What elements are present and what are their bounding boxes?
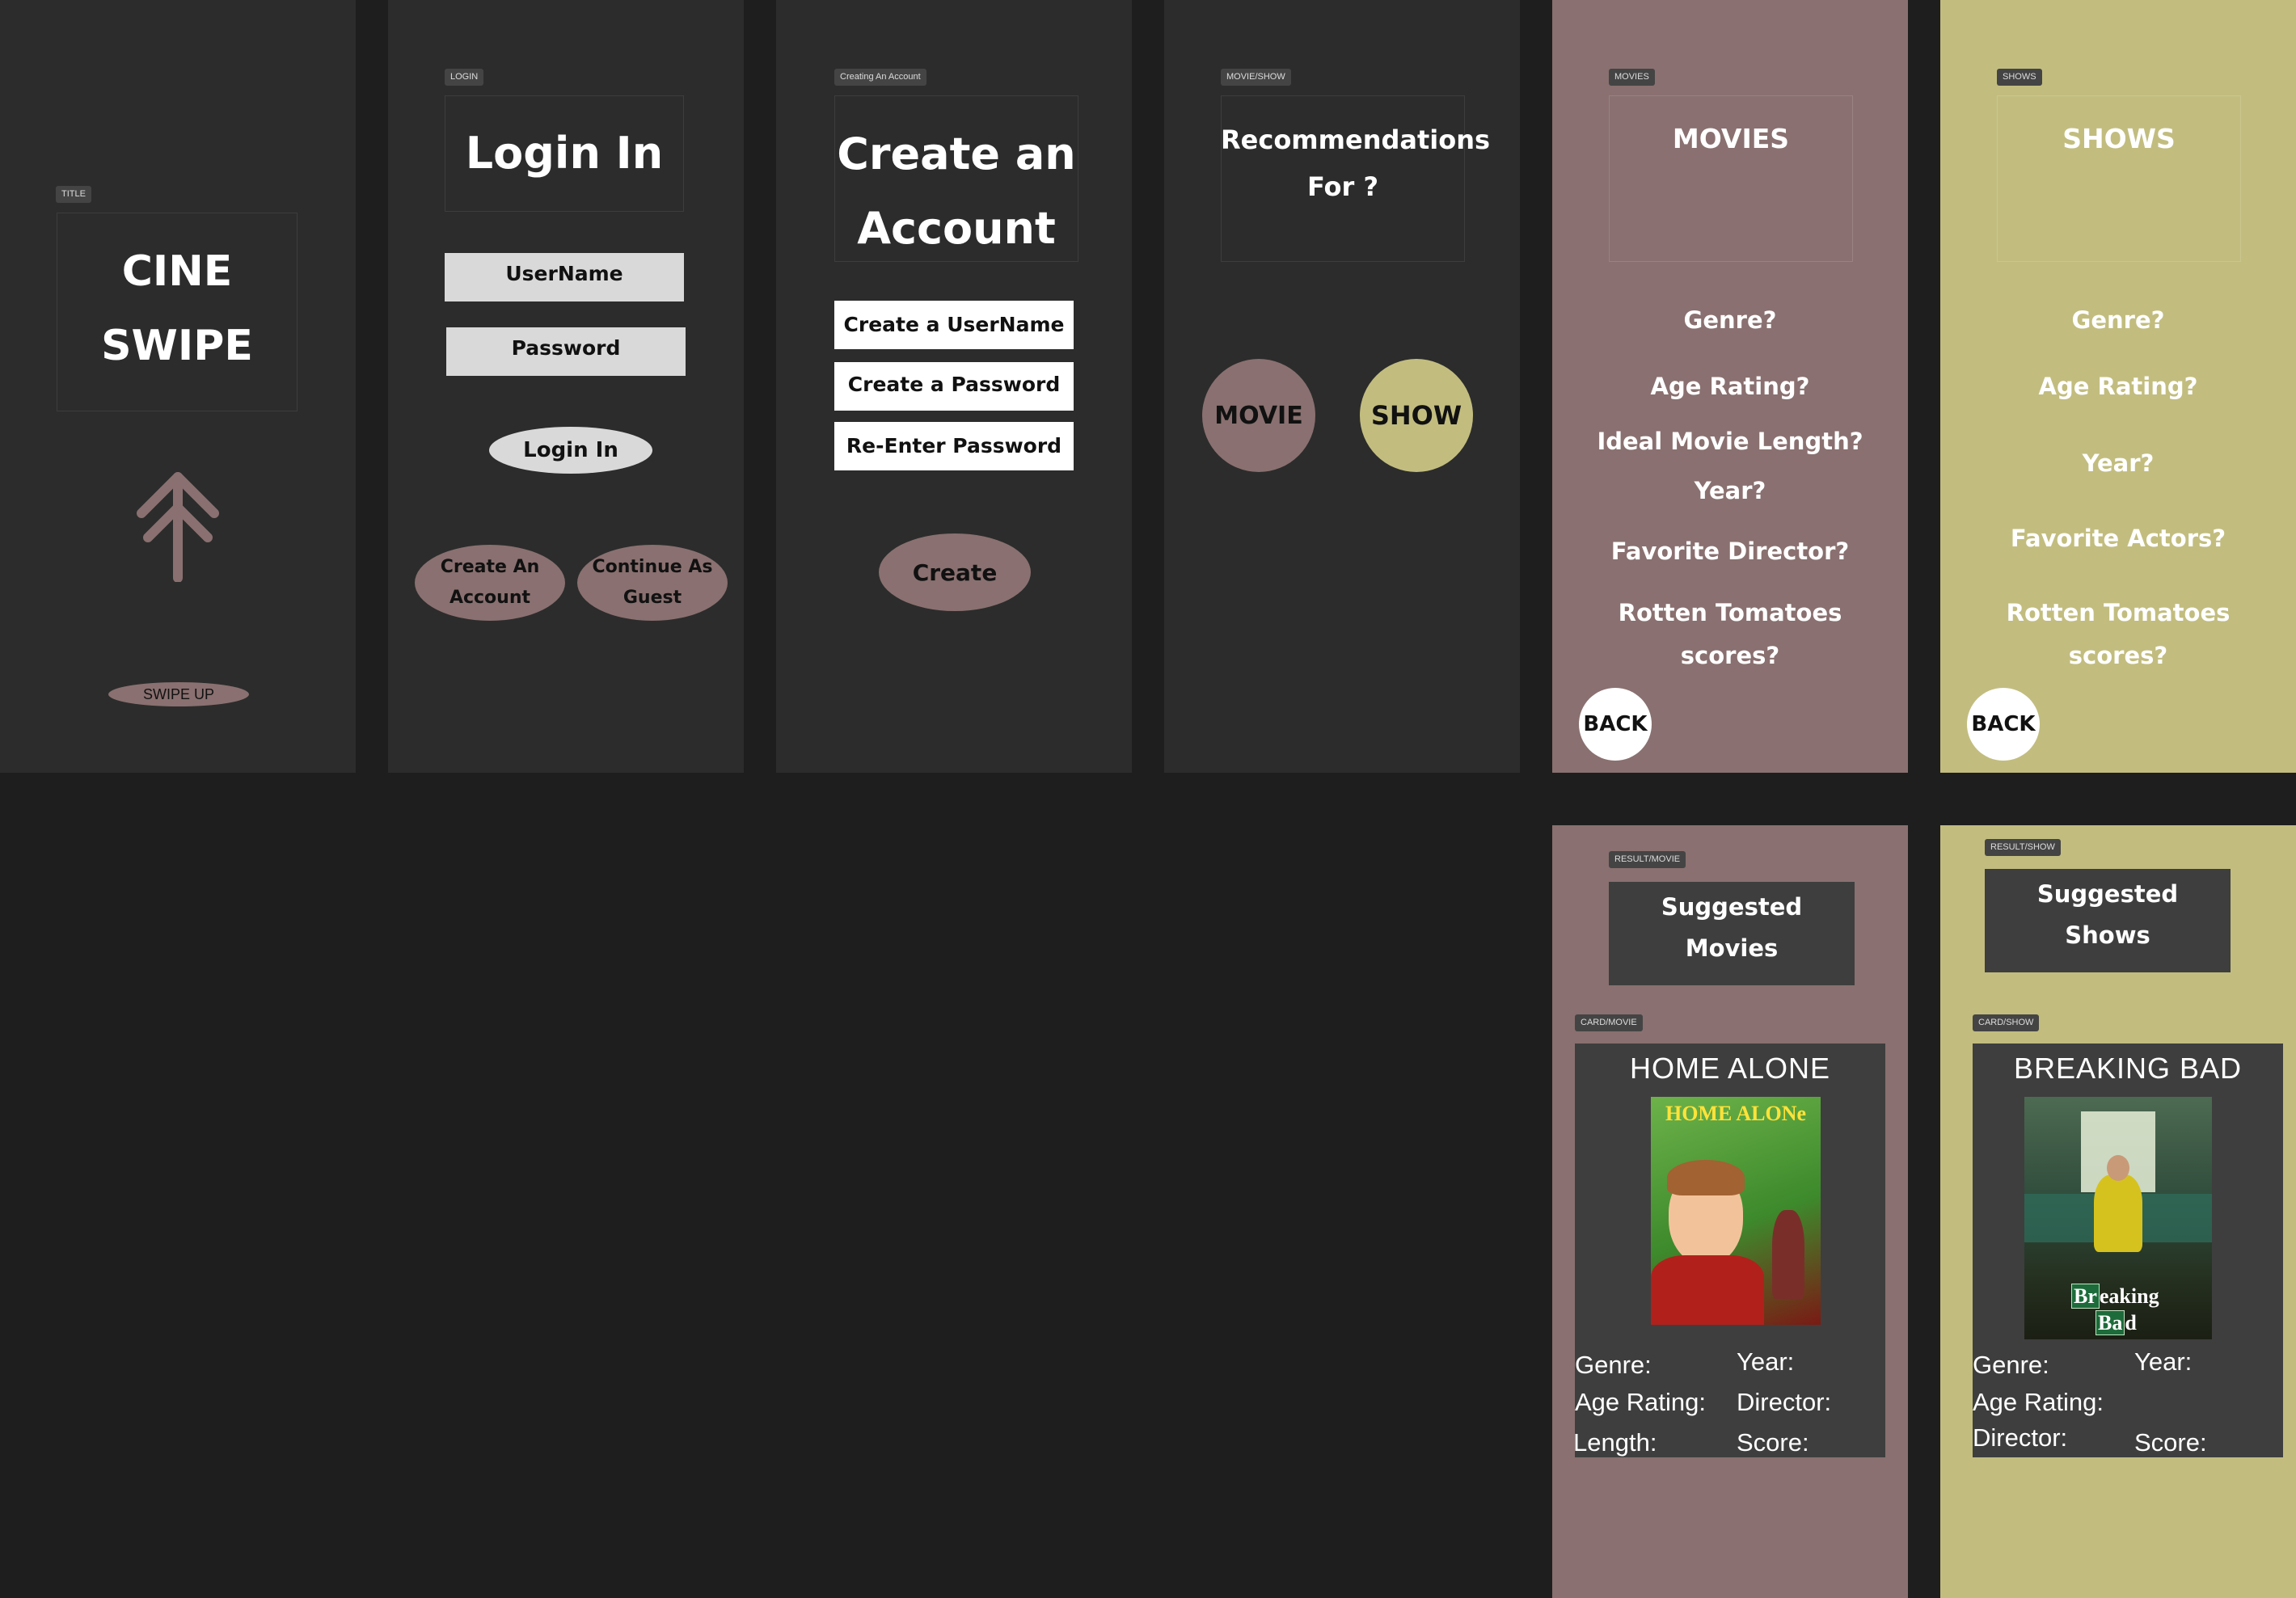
show-choice-button[interactable]: SHOW — [1360, 359, 1473, 472]
create-heading: Create an Account — [837, 129, 1076, 254]
movies-heading-box — [1609, 95, 1853, 262]
poster-suit-shape — [2094, 1174, 2142, 1252]
breaking-bad-poster: Br eaking Ba d — [2024, 1097, 2212, 1339]
password-placeholder: Password — [511, 336, 621, 360]
result-movie-frame: RESULT/MOVIE Suggested Movies CARD/MOVIE… — [1552, 825, 1908, 1598]
show-question-year[interactable]: Year? — [1940, 442, 2296, 485]
show-meta-age-rating: Age Rating: — [1973, 1388, 2104, 1416]
frame-tag-movies: MOVIES — [1609, 69, 1655, 86]
movies-back-label: BACK — [1583, 712, 1648, 736]
movie-show-heading: Recommendations For ? — [1221, 124, 1491, 202]
poster-logo: Br eaking Ba d — [2071, 1283, 2159, 1336]
poster-logo-element-br: Br — [2071, 1284, 2100, 1309]
poster-figures-shape — [1772, 1210, 1804, 1299]
shows-heading: SHOWS — [2062, 123, 2176, 154]
movie-question-year[interactable]: Year? — [1552, 470, 1908, 512]
reenter-password-placeholder: Re-Enter Password — [846, 434, 1062, 457]
poster-logo-rest-1: eaking — [2099, 1284, 2159, 1308]
poster-logo-rest-2: d — [2125, 1311, 2137, 1334]
shows-frame: SHOWS SHOWS Genre? Age Rating? Year? Fav… — [1940, 0, 2296, 773]
reenter-password-field[interactable]: Re-Enter Password — [834, 422, 1074, 470]
frame-tag-card-show: CARD/SHOW — [1973, 1014, 2040, 1031]
movie-choice-button[interactable]: MOVIE — [1202, 359, 1315, 472]
movie-meta-age-rating: Age Rating: — [1575, 1388, 1706, 1416]
show-meta-year: Year: — [2134, 1347, 2193, 1376]
login-button-label: Login In — [523, 438, 618, 462]
movie-card-title: HOME ALONE — [1629, 1052, 1831, 1085]
show-question-age-rating[interactable]: Age Rating? — [1940, 365, 2296, 408]
frame-tag-result-movie: RESULT/MOVIE — [1609, 851, 1686, 868]
poster-hair-shape — [1667, 1160, 1745, 1195]
create-button[interactable]: Create — [879, 533, 1031, 611]
arrow-up-icon[interactable] — [133, 469, 222, 582]
movie-choice-label: MOVIE — [1214, 401, 1303, 430]
shows-back-label: BACK — [1971, 712, 2036, 736]
create-account-button[interactable]: Create An Account — [415, 545, 565, 621]
login-heading: Login In — [465, 128, 664, 179]
poster-title-text: HOME ALONe — [1665, 1102, 1807, 1125]
movie-meta-length: Length: — [1573, 1428, 1657, 1457]
home-alone-poster: HOME ALONe — [1651, 1097, 1821, 1325]
show-meta-score: Score: — [2134, 1428, 2207, 1457]
continue-as-guest-button[interactable]: Continue As Guest — [577, 545, 728, 621]
show-question-genre[interactable]: Genre? — [1940, 299, 2296, 342]
movie-question-length[interactable]: Ideal Movie Length? — [1552, 420, 1908, 463]
movie-meta-genre: Genre: — [1575, 1351, 1652, 1379]
movie-show-frame: MOVIE/SHOW Recommendations For ? MOVIE S… — [1164, 0, 1520, 773]
create-account-label: Create An Account — [440, 557, 540, 608]
shows-back-button[interactable]: BACK — [1967, 688, 2040, 761]
movies-heading: MOVIES — [1672, 123, 1790, 154]
create-username-placeholder: Create a UserName — [843, 313, 1065, 336]
login-button[interactable]: Login In — [489, 427, 652, 474]
password-field[interactable]: Password — [446, 327, 686, 376]
movie-card[interactable]: HOME ALONE HOME ALONe Genre: Year: Age R… — [1573, 1044, 1885, 1457]
create-password-field[interactable]: Create a Password — [834, 362, 1074, 411]
poster-sweater-shape — [1651, 1255, 1764, 1325]
suggested-movies-header: Suggested Movies — [1609, 882, 1855, 985]
create-password-placeholder: Create a Password — [847, 373, 1061, 396]
continue-as-guest-label: Continue As Guest — [592, 557, 713, 608]
suggested-shows-header: Suggested Shows — [1985, 869, 2231, 972]
movie-meta-score: Score: — [1737, 1428, 1809, 1457]
create-button-label: Create — [912, 559, 998, 586]
swipe-up-button[interactable]: SWIPE UP — [108, 682, 249, 706]
username-field[interactable]: UserName — [445, 253, 684, 301]
movie-question-genre[interactable]: Genre? — [1552, 299, 1908, 342]
show-question-actors[interactable]: Favorite Actors? — [1940, 517, 2296, 560]
login-frame: LOGIN Login In UserName Password Login I… — [388, 0, 744, 773]
frame-tag-login: LOGIN — [445, 69, 484, 86]
frame-tag-result-show: RESULT/SHOW — [1985, 839, 2061, 856]
movies-frame: MOVIES MOVIES Genre? Age Rating? Ideal M… — [1552, 0, 1908, 773]
movie-question-director[interactable]: Favorite Director? — [1552, 530, 1908, 573]
result-show-frame: RESULT/SHOW Suggested Shows CARD/SHOW BR… — [1940, 825, 2296, 1598]
title-frame: TITLE CINE SWIPE SWIPE UP — [0, 0, 356, 773]
username-placeholder: UserName — [505, 262, 623, 285]
frame-tag-card-movie: CARD/MOVIE — [1575, 1014, 1643, 1031]
show-meta-director: Director: — [1973, 1423, 2068, 1452]
movie-question-age-rating[interactable]: Age Rating? — [1552, 365, 1908, 408]
show-choice-label: SHOW — [1370, 400, 1462, 431]
movie-meta-director: Director: — [1737, 1388, 1832, 1416]
app-title: CINE SWIPE — [101, 247, 253, 370]
create-username-field[interactable]: Create a UserName — [834, 301, 1074, 349]
frame-tag-title: TITLE — [56, 186, 91, 203]
frame-tag-create-account: Creating An Account — [834, 69, 926, 86]
movie-meta-year: Year: — [1737, 1347, 1795, 1376]
movie-question-rt-score[interactable]: Rotten Tomatoes scores? — [1552, 592, 1908, 677]
shows-heading-box — [1997, 95, 2241, 262]
show-card-title: BREAKING BAD — [2013, 1052, 2243, 1085]
show-card[interactable]: BREAKING BAD Br eaking Ba d Genre: Year: A… — [1973, 1044, 2283, 1457]
swipe-up-label: SWIPE UP — [142, 685, 214, 702]
poster-head-shape — [2107, 1155, 2129, 1181]
movies-back-button[interactable]: BACK — [1579, 688, 1652, 761]
create-account-frame: Creating An Account Create an Account Cr… — [776, 0, 1132, 773]
poster-logo-element-ba: Ba — [2096, 1310, 2125, 1335]
show-meta-genre: Genre: — [1973, 1351, 2049, 1379]
show-question-rt-score[interactable]: Rotten Tomatoes scores? — [1940, 592, 2296, 677]
frame-tag-shows: SHOWS — [1997, 69, 2042, 86]
frame-tag-movie-show: MOVIE/SHOW — [1221, 69, 1291, 86]
